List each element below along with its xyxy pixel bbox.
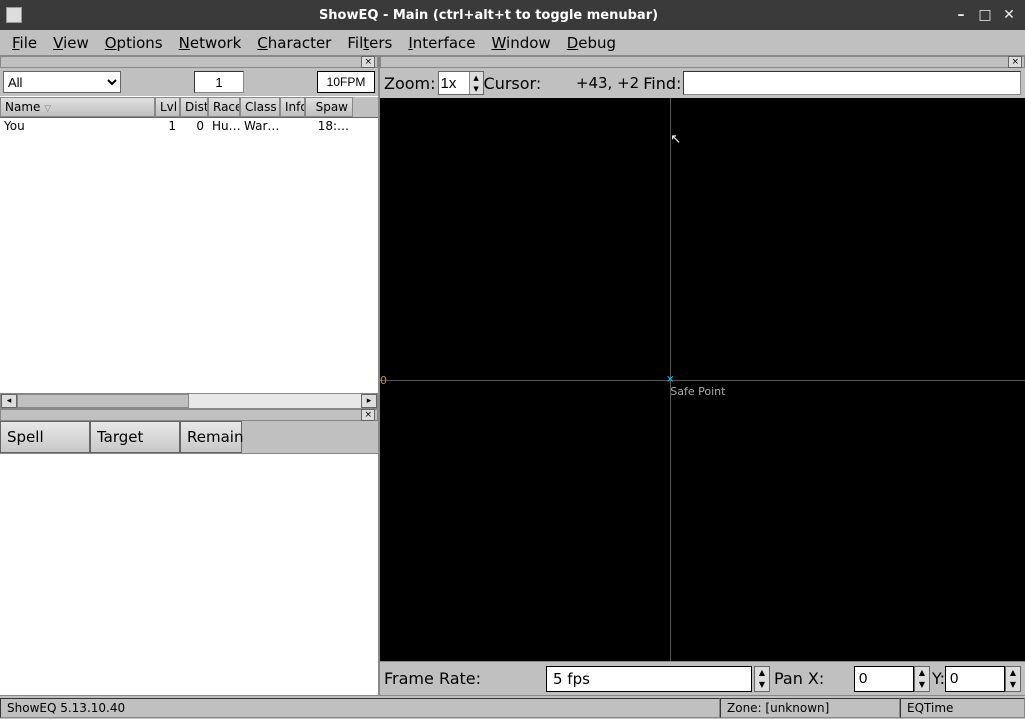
close-button[interactable]: ✕: [999, 5, 1019, 25]
spawnlist-close-icon[interactable]: ×: [361, 56, 375, 68]
safe-point-label: Safe Point: [670, 385, 725, 398]
menu-view[interactable]: View: [45, 32, 97, 54]
sort-icon: ▽: [44, 104, 51, 114]
spawnlist-hscroll[interactable]: ◂ ▸: [0, 393, 378, 409]
cell-dist: 0: [180, 119, 208, 133]
col-info[interactable]: Info: [280, 97, 305, 117]
spawnlist-body[interactable]: You 1 0 Hu… War… 18:…: [0, 118, 378, 393]
menu-window[interactable]: Window: [484, 32, 559, 54]
minimize-button[interactable]: –: [951, 5, 971, 25]
map-panel: × Zoom: ▲▼ Cursor: +43, +2 Find: 0 ✕ Saf…: [380, 56, 1025, 695]
cursor-label: Cursor:: [484, 74, 542, 93]
window-title: ShowEQ - Main (ctrl+alt+t to toggle menu…: [30, 8, 947, 23]
panx-up-icon[interactable]: ▲: [915, 667, 929, 679]
titlebar[interactable]: ShowEQ - Main (ctrl+alt+t to toggle menu…: [0, 0, 1025, 30]
axis-horizontal: [380, 380, 1025, 381]
menu-debug[interactable]: Debug: [559, 32, 624, 54]
pany-label: Y:: [932, 669, 945, 688]
panx-label: Pan X:: [774, 669, 854, 688]
spawnlist-toolbar: All: [0, 68, 378, 96]
menubar: File View Options Network Character Filt…: [0, 30, 1025, 56]
col-spawn[interactable]: Spaw: [305, 97, 353, 117]
map-toolbar: Zoom: ▲▼ Cursor: +43, +2 Find:: [380, 68, 1025, 98]
spawnlist-dock-handle[interactable]: ×: [0, 56, 378, 68]
pany-up-icon[interactable]: ▲: [1006, 667, 1020, 679]
pany-down-icon[interactable]: ▼: [1006, 679, 1020, 691]
menu-interface[interactable]: Interface: [400, 32, 483, 54]
cell-info: [280, 119, 305, 133]
spelllist-close-icon[interactable]: ×: [361, 409, 375, 421]
cursor-value: +43, +2: [543, 74, 643, 92]
statusbar: ShowEQ 5.13.10.40 Zone: [unknown] EQTime: [0, 695, 1025, 719]
cell-race: Hu…: [208, 119, 240, 133]
origin-label: 0: [380, 374, 387, 387]
fps-spinner[interactable]: ▲▼: [754, 666, 770, 692]
col-target[interactable]: Target: [90, 421, 180, 453]
menu-filters[interactable]: Filters: [339, 32, 400, 54]
zoom-input[interactable]: [439, 72, 469, 94]
cell-name: You: [0, 119, 155, 133]
col-remain[interactable]: Remain: [180, 421, 242, 453]
col-class[interactable]: Class: [240, 97, 280, 117]
find-label: Find:: [643, 74, 681, 93]
panx-spinner[interactable]: ▲▼: [914, 666, 930, 692]
status-eqtime: EQTime: [900, 698, 1025, 718]
body: × All Name ▽ Lvl Dist Race Class Info Sp…: [0, 56, 1025, 695]
main-window: ShowEQ - Main (ctrl+alt+t to toggle menu…: [0, 0, 1025, 719]
table-row[interactable]: You 1 0 Hu… War… 18:…: [0, 118, 378, 134]
cell-spawn: 18:…: [305, 119, 353, 133]
safe-point-marker: ✕: [666, 374, 674, 385]
pany-input[interactable]: [945, 666, 1005, 692]
col-dist[interactable]: Dist: [180, 97, 208, 117]
maximize-button[interactable]: □: [975, 5, 995, 25]
col-spell[interactable]: Spell: [0, 421, 90, 453]
map-dock-handle[interactable]: ×: [380, 56, 1025, 68]
menu-file[interactable]: File: [4, 32, 45, 54]
spawnlist-header: Name ▽ Lvl Dist Race Class Info Spaw: [0, 96, 378, 118]
fps-down-icon[interactable]: ▼: [755, 679, 769, 691]
cursor-icon: ↖: [670, 132, 681, 147]
count-input[interactable]: [194, 71, 244, 93]
fps-value[interactable]: 5 fps: [546, 666, 752, 692]
status-version: ShowEQ 5.13.10.40: [0, 698, 720, 718]
scroll-thumb[interactable]: [17, 394, 189, 408]
col-race[interactable]: Race: [208, 97, 240, 117]
zoom-down-icon[interactable]: ▼: [469, 83, 483, 94]
status-zone: Zone: [unknown]: [720, 698, 900, 718]
fpm-input[interactable]: [317, 71, 375, 93]
pany-spinner[interactable]: ▲▼: [1005, 666, 1021, 692]
scroll-right-icon[interactable]: ▸: [361, 394, 377, 408]
map-close-icon[interactable]: ×: [1008, 56, 1022, 68]
spelllist-body[interactable]: [0, 454, 378, 696]
map-canvas[interactable]: 0 ✕ Safe Point ↖: [380, 98, 1025, 661]
filter-dropdown[interactable]: All: [3, 71, 121, 93]
cell-class: War…: [240, 119, 280, 133]
menu-character[interactable]: Character: [249, 32, 339, 54]
menu-network[interactable]: Network: [171, 32, 250, 54]
find-input[interactable]: [683, 71, 1021, 95]
col-lvl[interactable]: Lvl: [155, 97, 180, 117]
menu-options[interactable]: Options: [97, 32, 171, 54]
spelllist-header: Spell Target Remain: [0, 421, 378, 454]
panx-input[interactable]: [854, 666, 914, 692]
scroll-left-icon[interactable]: ◂: [1, 394, 17, 408]
scroll-track[interactable]: [17, 394, 361, 408]
col-name[interactable]: Name ▽: [0, 97, 155, 117]
framerate-label: Frame Rate:: [384, 669, 544, 688]
map-bottom-bar: Frame Rate: 5 fps ▲▼ Pan X: ▲▼ Y: ▲▼: [380, 661, 1025, 695]
zoom-label: Zoom:: [384, 74, 436, 93]
cell-lvl: 1: [155, 119, 180, 133]
left-panel: × All Name ▽ Lvl Dist Race Class Info Sp…: [0, 56, 380, 695]
zoom-spinner[interactable]: ▲▼: [438, 71, 484, 95]
spelllist-dock-handle[interactable]: ×: [0, 409, 378, 421]
panx-down-icon[interactable]: ▼: [915, 679, 929, 691]
fps-up-icon[interactable]: ▲: [755, 667, 769, 679]
zoom-up-icon[interactable]: ▲: [469, 72, 483, 83]
spell-panel: Spell Target Remain: [0, 421, 378, 696]
app-icon: [6, 7, 22, 23]
